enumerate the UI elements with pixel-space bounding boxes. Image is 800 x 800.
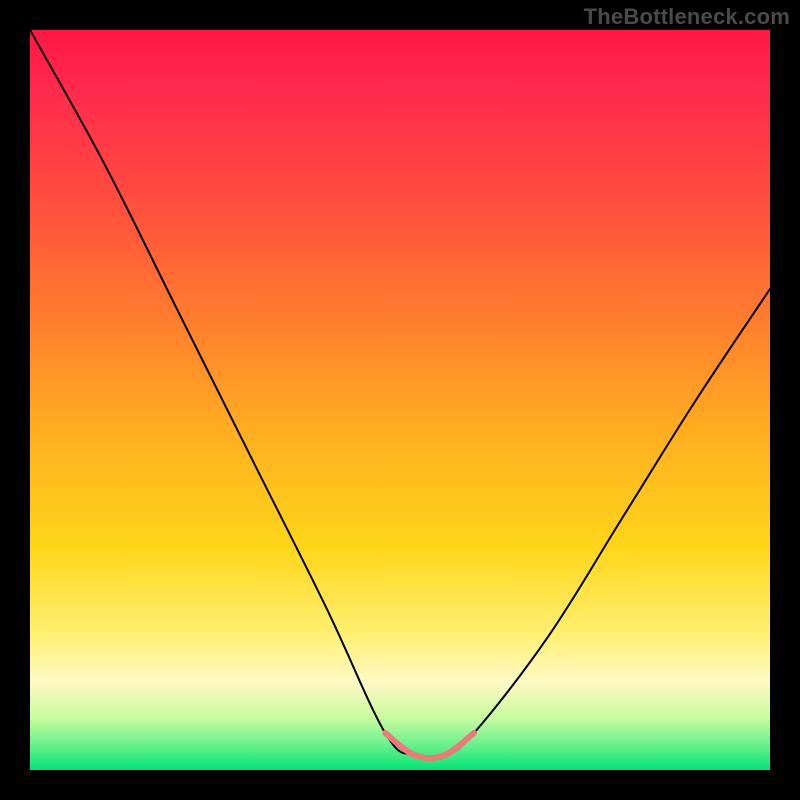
curve-svg (30, 30, 770, 770)
chart-frame: TheBottleneck.com (0, 0, 800, 800)
bottleneck-curve-path (30, 30, 770, 758)
flat-bottom-marker (385, 733, 474, 758)
watermark-text: TheBottleneck.com (584, 4, 790, 30)
plot-area (30, 30, 770, 770)
